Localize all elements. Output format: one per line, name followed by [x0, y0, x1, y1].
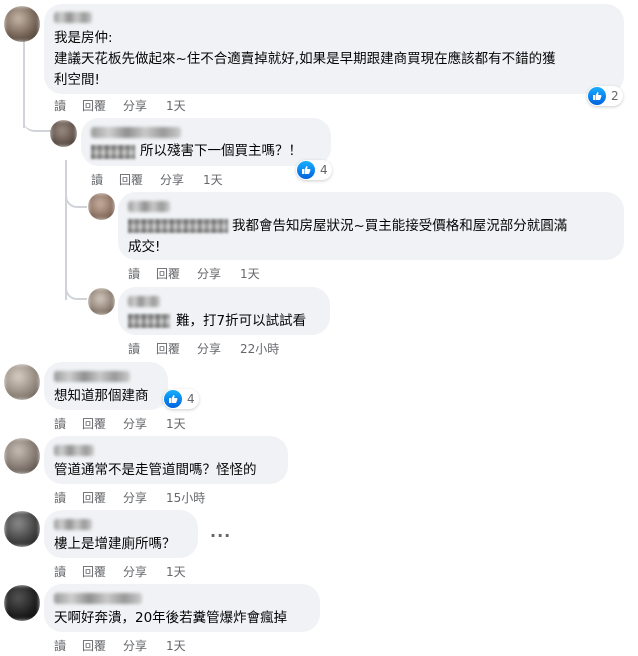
comment-text: 所以殘害下一個買主嗎？！ [140, 143, 302, 159]
timestamp[interactable]: 1天 [166, 415, 186, 432]
reply-button[interactable]: 回覆 [82, 637, 123, 654]
share-button[interactable]: 分享 [123, 415, 166, 432]
avatar[interactable] [4, 438, 40, 474]
reply-button[interactable]: 回覆 [82, 489, 123, 506]
comment-actions: 讀 回覆 分享 1天 [54, 563, 186, 580]
reaction-count[interactable]: 2 [587, 86, 623, 106]
thread-connector [23, 110, 51, 132]
comment-text: 我是房仲: 建議天花板先做起來~住不合適賣掉就好,如果是早期跟建商買現在應該都有… [54, 30, 556, 88]
read-link[interactable]: 讀 [91, 171, 119, 188]
mention-tag[interactable] [128, 314, 170, 328]
share-button[interactable]: 分享 [123, 637, 166, 654]
commenter-name[interactable] [54, 371, 130, 382]
thread-line [65, 160, 67, 300]
commenter-name[interactable] [91, 127, 181, 138]
thread-connector [65, 282, 87, 300]
commenter-name[interactable] [128, 201, 170, 212]
comment-actions: 讀 回覆 分享 1天 [54, 415, 186, 432]
commenter-name[interactable] [54, 593, 142, 604]
timestamp[interactable]: 1天 [166, 637, 186, 654]
timestamp[interactable]: 15小時 [166, 489, 205, 506]
timestamp[interactable]: 22小時 [240, 340, 279, 357]
commenter-name[interactable] [54, 519, 92, 530]
reply-button[interactable]: 回覆 [156, 265, 197, 282]
read-link[interactable]: 讀 [54, 97, 82, 114]
comment-text: 我都會告知房屋狀況~買主能接受價格和屋況部分就圓滿 成交! [128, 218, 568, 255]
thread-connector [65, 190, 87, 208]
comment-text: 想知道那個建商 [54, 388, 149, 404]
read-link[interactable]: 讀 [128, 340, 156, 357]
share-button[interactable]: 分享 [123, 97, 166, 114]
read-link[interactable]: 讀 [54, 415, 82, 432]
share-button[interactable]: 分享 [160, 171, 203, 188]
mention-tag[interactable] [91, 145, 135, 159]
commenter-name[interactable] [128, 296, 160, 307]
avatar[interactable] [4, 364, 40, 400]
like-icon [588, 87, 606, 105]
reaction-count[interactable]: 4 [163, 389, 199, 409]
timestamp[interactable]: 1天 [203, 171, 223, 188]
read-link[interactable]: 讀 [128, 265, 156, 282]
timestamp[interactable]: 1天 [166, 563, 186, 580]
comment-text: 天啊好奔潰，20年後若糞管爆炸會瘋掉 [54, 610, 288, 626]
avatar[interactable] [88, 193, 115, 220]
comment-text: 管道通常不是走管道間嗎？怪怪的 [54, 462, 257, 478]
timestamp[interactable]: 1天 [240, 265, 260, 282]
share-button[interactable]: 分享 [197, 340, 240, 357]
reply-button[interactable]: 回覆 [119, 171, 160, 188]
avatar[interactable] [88, 288, 115, 315]
read-link[interactable]: 讀 [54, 563, 82, 580]
share-button[interactable]: 分享 [197, 265, 240, 282]
avatar[interactable] [4, 511, 40, 547]
avatar[interactable] [4, 585, 40, 621]
read-link[interactable]: 讀 [54, 637, 82, 654]
commenter-name[interactable] [54, 12, 92, 23]
like-icon [164, 390, 182, 408]
avatar[interactable] [50, 120, 77, 147]
comment-actions: 讀 回覆 分享 22小時 [128, 340, 279, 357]
commenter-name[interactable] [54, 445, 94, 456]
share-button[interactable]: 分享 [123, 489, 166, 506]
comment-actions: 讀 回覆 分享 1天 [54, 97, 186, 114]
read-link[interactable]: 讀 [54, 489, 82, 506]
like-icon [297, 161, 315, 179]
reply-button[interactable]: 回覆 [82, 563, 123, 580]
more-options-icon[interactable]: ··· [210, 526, 231, 545]
comment-actions: 讀 回覆 分享 1天 [128, 265, 260, 282]
reply-button[interactable]: 回覆 [82, 415, 123, 432]
reaction-count[interactable]: 4 [296, 160, 332, 180]
reply-button[interactable]: 回覆 [82, 97, 123, 114]
comment-actions: 讀 回覆 分享 1天 [91, 171, 223, 188]
comment-text: 難，打7折可以試試看 [176, 313, 307, 329]
comment-actions: 讀 回覆 分享 1天 [54, 637, 186, 654]
comment-actions: 讀 回覆 分享 15小時 [54, 489, 205, 506]
reply-button[interactable]: 回覆 [156, 340, 197, 357]
share-button[interactable]: 分享 [123, 563, 166, 580]
comment-text: 樓上是增建廁所嗎？ [54, 536, 176, 552]
avatar[interactable] [4, 6, 40, 42]
timestamp[interactable]: 1天 [166, 97, 186, 114]
